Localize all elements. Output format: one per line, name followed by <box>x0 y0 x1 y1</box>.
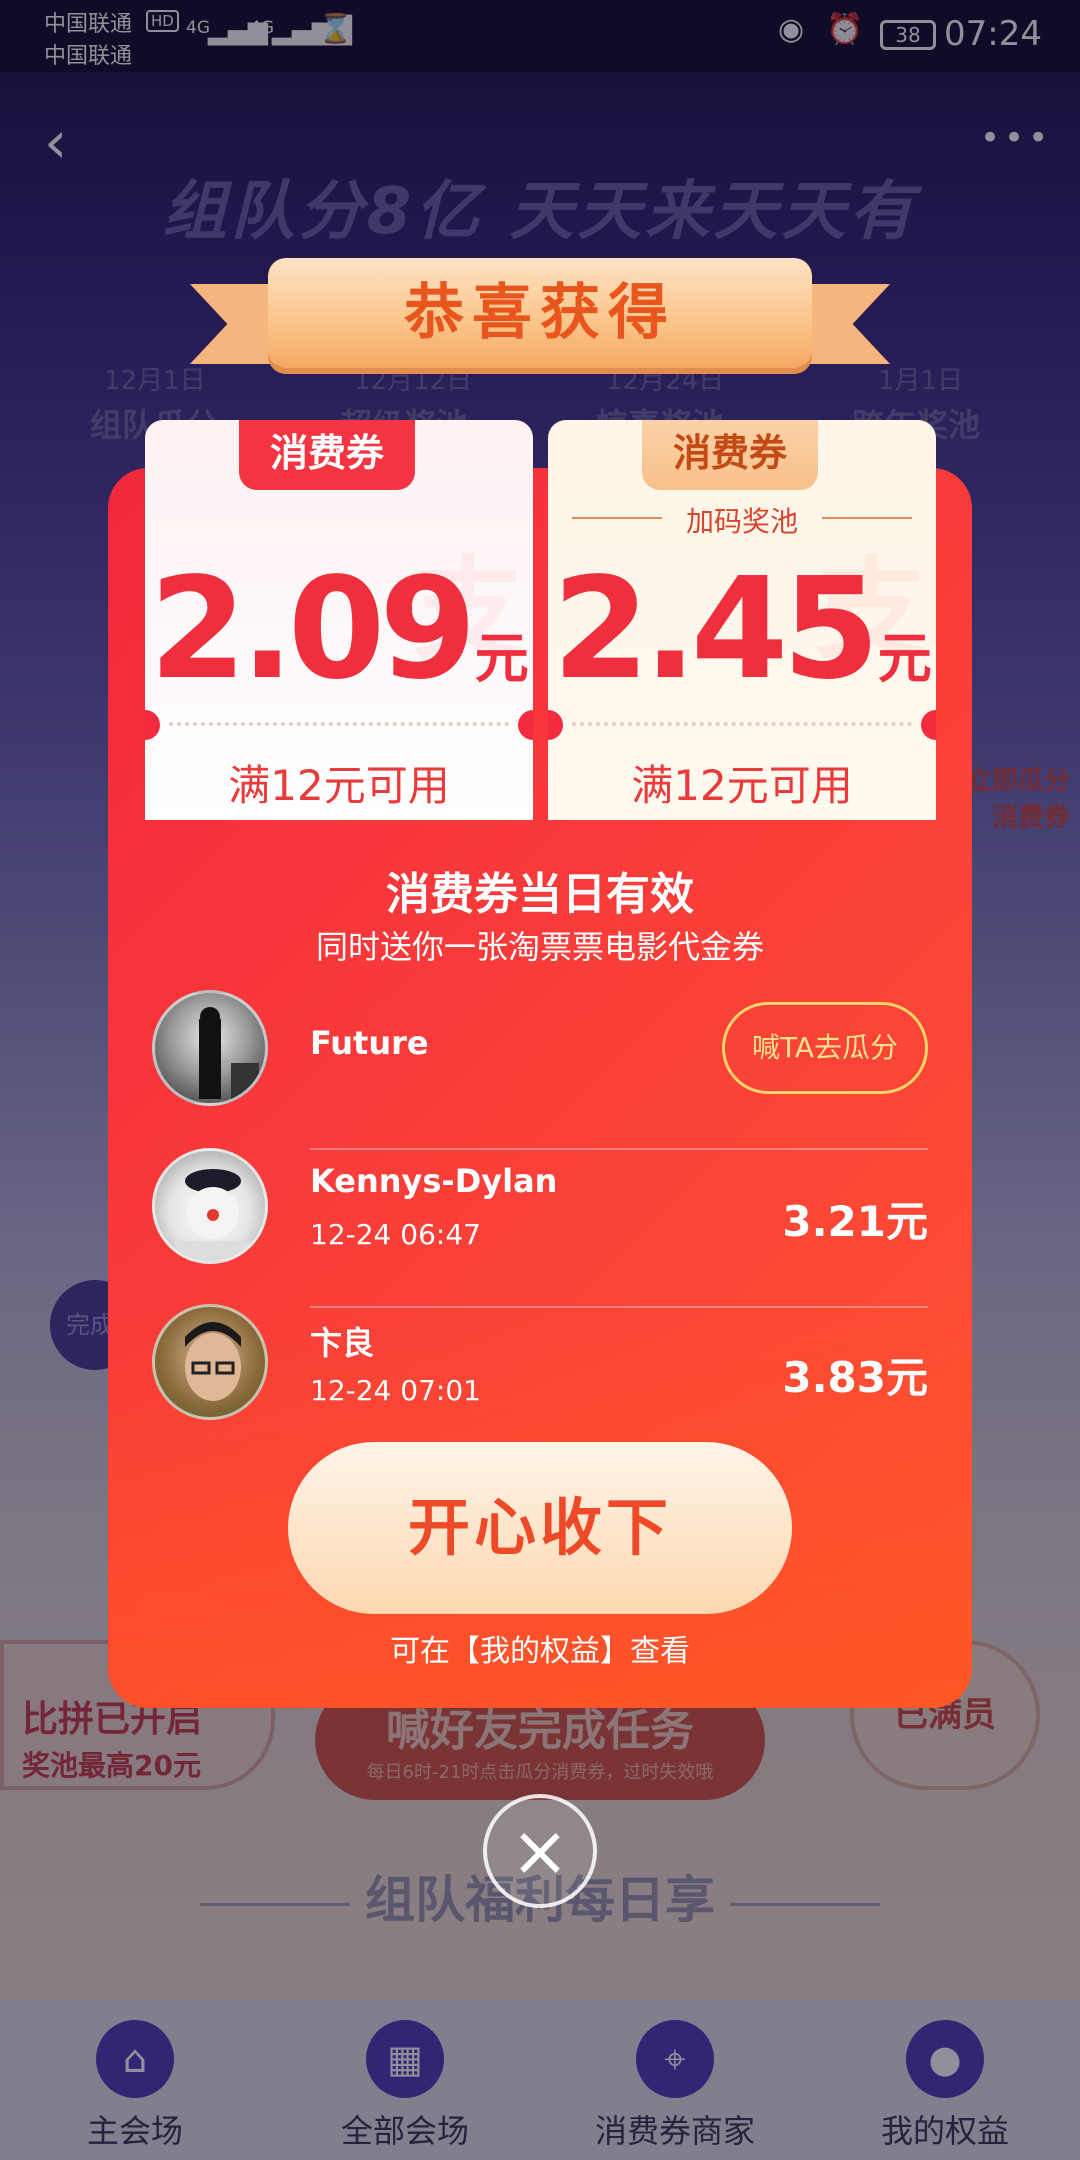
accept-button[interactable]: 开心收下 <box>288 1442 792 1614</box>
invite-member-button[interactable]: 喊TA去瓜分 <box>722 1002 928 1094</box>
coupon-condition: 满12元可用 <box>228 761 450 810</box>
coupon-notch <box>921 710 936 740</box>
list-item: 卞良 12-24 07:01 3.83元 <box>152 1304 928 1424</box>
coupon-subtitle: 加码奖池 <box>685 505 798 538</box>
coupon-card: 支 消费券 加码奖池 2.45元 满12元可用 <box>548 420 936 820</box>
close-icon[interactable]: × <box>483 1794 597 1908</box>
list-item: Kennys-Dylan 12-24 06:47 3.21元 <box>152 1148 928 1308</box>
avatar <box>152 1148 268 1264</box>
coupon-unit: 元 <box>877 627 932 690</box>
coupon-value: 2.09 <box>149 548 476 711</box>
member-time: 12-24 07:01 <box>310 1374 481 1407</box>
coupon-card: 支 消费券 2.09元 满12元可用 <box>145 420 533 820</box>
ribbon-banner: 恭喜获得 <box>190 250 890 388</box>
coupon-notch <box>145 710 160 740</box>
perforation <box>169 722 509 726</box>
coupon-tag: 消费券 <box>239 420 415 490</box>
coupon-tag: 消费券 <box>642 420 818 490</box>
list-item: Future 喊TA去瓜分 <box>152 990 928 1150</box>
perforation <box>572 722 912 726</box>
accept-hint: 可在【我的权益】查看 <box>390 1634 690 1669</box>
member-amount: 3.21元 <box>782 1197 928 1246</box>
member-amount: 3.83元 <box>782 1353 928 1402</box>
member-time: 12-24 06:47 <box>310 1218 481 1251</box>
coupon-amount: 2.09元 <box>145 548 533 711</box>
coupon-notch <box>518 710 533 740</box>
divider <box>822 517 912 519</box>
avatar <box>152 1304 268 1420</box>
member-name: Future <box>310 1024 429 1062</box>
coupon-condition: 满12元可用 <box>631 761 853 810</box>
coupon-unit: 元 <box>474 627 529 690</box>
validity-subtitle: 同时送你一张淘票票电影代金券 <box>315 928 764 966</box>
ribbon-title: 恭喜获得 <box>268 258 812 368</box>
member-name: 卞良 <box>310 1324 375 1362</box>
coupon-notch <box>548 710 563 740</box>
coupon-amount: 2.45元 <box>548 548 936 711</box>
avatar <box>152 990 268 1106</box>
member-name: Kennys-Dylan <box>310 1162 558 1200</box>
coupon-value: 2.45 <box>552 548 879 711</box>
validity-title: 消费券当日有效 <box>386 869 694 920</box>
